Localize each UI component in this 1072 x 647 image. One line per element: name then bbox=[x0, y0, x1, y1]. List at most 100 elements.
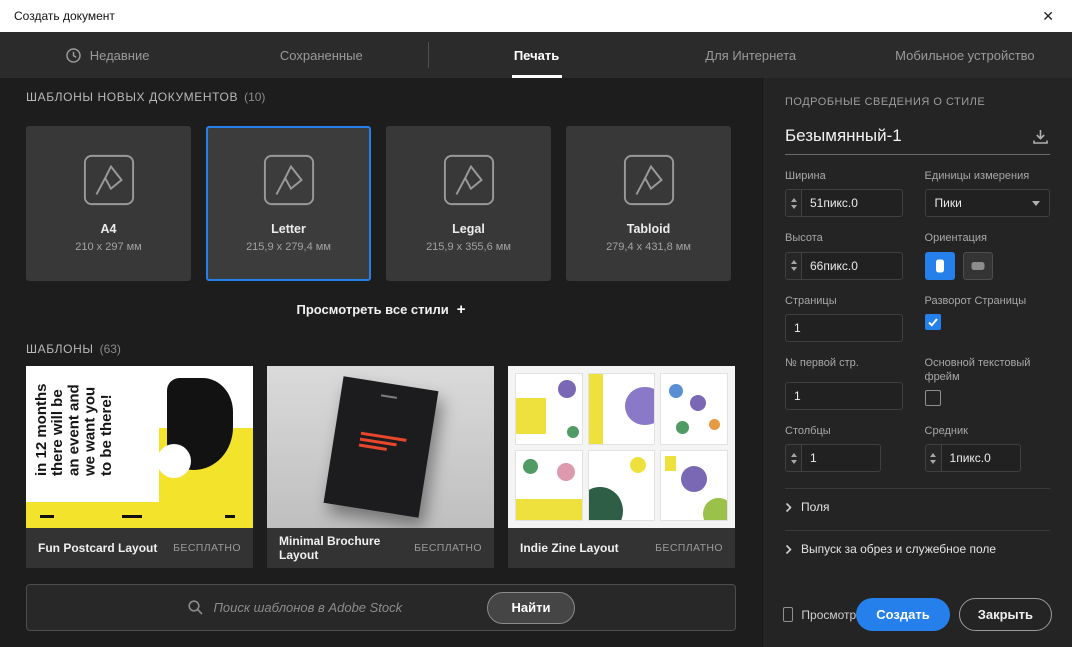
template-row: in 12 months there will be an event and … bbox=[26, 366, 736, 568]
stepper-arrows[interactable] bbox=[925, 445, 942, 472]
preview-checkbox[interactable] bbox=[783, 607, 794, 622]
preset-size: 215,9 x 355,6 мм bbox=[426, 241, 511, 253]
pages-facing-row: Страницы 1 Разворот Страницы bbox=[785, 294, 1050, 342]
art-shape bbox=[709, 418, 721, 430]
stepper-down-icon[interactable] bbox=[790, 204, 797, 209]
stepper-up-icon[interactable] bbox=[790, 260, 797, 265]
template-card-fun-postcard[interactable]: in 12 months there will be an event and … bbox=[26, 366, 253, 568]
template-price: БЕСПЛАТНО bbox=[655, 542, 723, 554]
art-shape bbox=[588, 486, 623, 520]
template-card-indie-zine[interactable]: Indie Zine Layout БЕСПЛАТНО bbox=[508, 366, 735, 568]
save-preset-icon[interactable] bbox=[1031, 128, 1050, 146]
close-button[interactable]: Закрыть bbox=[958, 598, 1052, 631]
pages-value: 1 bbox=[794, 320, 801, 335]
close-icon[interactable]: ✕ bbox=[1038, 8, 1058, 25]
art-shape bbox=[522, 458, 538, 474]
stepper-down-icon[interactable] bbox=[790, 267, 797, 272]
document-name-input[interactable]: Безымянный-1 bbox=[785, 126, 1031, 146]
primary-text-frame-checkbox[interactable] bbox=[924, 390, 941, 407]
preset-card-letter[interactable]: Letter 215,9 x 279,4 мм bbox=[206, 126, 371, 281]
tab-saved[interactable]: Сохраненные bbox=[214, 32, 428, 78]
start-page-label: № первой стр. bbox=[785, 356, 859, 369]
stepper-arrows[interactable] bbox=[786, 252, 802, 279]
art-shape bbox=[516, 499, 582, 520]
window-title: Создать документ bbox=[14, 9, 115, 23]
preset-name: A4 bbox=[100, 222, 117, 236]
art-shape bbox=[681, 465, 708, 492]
template-card-minimal-brochure[interactable]: Minimal Brochure Layout БЕСПЛАТНО bbox=[267, 366, 494, 568]
preset-card-tabloid[interactable]: Tabloid 279,4 x 431,8 мм bbox=[566, 126, 731, 281]
chevron-right-icon bbox=[785, 544, 792, 555]
preset-size: 210 x 297 мм bbox=[75, 241, 142, 253]
template-thumbnail-minimal-brochure bbox=[267, 366, 494, 528]
margins-section-label: Поля bbox=[801, 500, 830, 515]
pages-label: Страницы bbox=[785, 294, 837, 307]
gutter-field[interactable]: 1пикс.0 bbox=[924, 444, 1021, 473]
preset-card-legal[interactable]: Legal 215,9 x 355,6 мм bbox=[386, 126, 551, 281]
stepper-up-icon[interactable] bbox=[790, 452, 797, 457]
art-shape bbox=[516, 374, 582, 444]
art-shape bbox=[380, 394, 397, 399]
margins-section-toggle[interactable]: Поля bbox=[785, 488, 1050, 514]
columns-value: 1 bbox=[810, 451, 817, 466]
stepper-up-icon[interactable] bbox=[930, 452, 937, 457]
tab-web[interactable]: Для Интернета bbox=[644, 32, 858, 78]
bleed-section-toggle[interactable]: Выпуск за обрез и служебное поле bbox=[785, 530, 1050, 556]
orientation-portrait-button[interactable] bbox=[924, 251, 955, 280]
search-input[interactable] bbox=[213, 600, 429, 615]
portrait-page-icon bbox=[935, 259, 944, 273]
height-field[interactable]: 66пикс.0 bbox=[785, 251, 903, 280]
orientation-landscape-button[interactable] bbox=[962, 251, 993, 280]
stepper-up-icon[interactable] bbox=[790, 197, 797, 202]
pages-field[interactable]: 1 bbox=[785, 313, 903, 342]
create-button[interactable]: Создать bbox=[856, 598, 950, 631]
preset-card-a4[interactable]: A4 210 x 297 мм bbox=[26, 126, 191, 281]
preset-size: 215,9 x 279,4 мм bbox=[246, 241, 331, 253]
width-field[interactable]: 51пикс.0 bbox=[785, 189, 903, 218]
document-name-row: Безымянный-1 bbox=[785, 126, 1050, 155]
orientation-buttons bbox=[924, 251, 1050, 280]
height-orientation-row: Высота 66пикс.0 Ориентация bbox=[785, 231, 1050, 280]
orientation-label: Ориентация bbox=[924, 232, 987, 245]
stepper-down-icon[interactable] bbox=[930, 459, 937, 464]
templates-section-title: ШАБЛОНЫ bbox=[26, 342, 94, 356]
art-shape bbox=[690, 394, 707, 411]
presets-section-title: ШАБЛОНЫ НОВЫХ ДОКУМЕНТОВ bbox=[26, 90, 239, 104]
preset-row: A4 210 x 297 мм Letter 215,9 x 279,4 мм … bbox=[26, 126, 736, 281]
tab-bar: Недавние Сохраненные Печать Для Интернет… bbox=[0, 32, 1072, 78]
view-all-presets-link[interactable]: Просмотреть все стили + bbox=[26, 301, 736, 318]
art-shape bbox=[703, 497, 727, 520]
postcard-art-text: in 12 months there will be an event and … bbox=[33, 383, 115, 476]
art-shape bbox=[675, 420, 689, 434]
search-button[interactable]: Найти bbox=[486, 591, 576, 624]
tab-recent[interactable]: Недавние bbox=[0, 32, 214, 78]
columns-field[interactable]: 1 bbox=[785, 444, 881, 473]
art-shape bbox=[516, 450, 582, 520]
facing-pages-checkbox[interactable] bbox=[924, 313, 941, 330]
main-area: ШАБЛОНЫ НОВЫХ ДОКУМЕНТОВ (10) A4 210 x 29… bbox=[0, 78, 762, 647]
tab-label: Печать bbox=[513, 47, 560, 63]
tab-mobile[interactable]: Мобильное устройство bbox=[858, 32, 1072, 78]
height-value: 66пикс.0 bbox=[810, 258, 858, 273]
art-shape bbox=[630, 457, 647, 474]
art-shape bbox=[557, 463, 576, 481]
template-caption: Indie Zine Layout БЕСПЛАТНО bbox=[508, 528, 735, 568]
startpage-textframe-row: № первой стр. 1 Основной текстовый фрейм bbox=[785, 356, 1050, 411]
start-page-field[interactable]: 1 bbox=[785, 382, 903, 411]
chevron-down-icon bbox=[1032, 200, 1040, 206]
document-icon bbox=[83, 154, 134, 206]
stepper-down-icon[interactable] bbox=[790, 459, 797, 464]
create-document-dialog: Создать документ ✕ Недавние Сохраненные … bbox=[0, 0, 1072, 647]
art-shape bbox=[122, 515, 142, 518]
view-all-label: Просмотреть все стили bbox=[296, 302, 449, 317]
art-shape bbox=[558, 379, 577, 398]
check-icon bbox=[927, 318, 938, 327]
document-icon bbox=[263, 154, 314, 206]
stepper-arrows[interactable] bbox=[786, 190, 802, 217]
stepper-arrows[interactable] bbox=[786, 445, 802, 472]
tab-print[interactable]: Печать bbox=[429, 32, 643, 78]
art-shape bbox=[661, 450, 727, 520]
units-dropdown[interactable]: Пики bbox=[924, 189, 1050, 218]
facing-pages-label: Разворот Страницы bbox=[924, 294, 1027, 307]
columns-gutter-row: Столбцы 1 Средник 1пикс.0 bbox=[785, 424, 1050, 473]
